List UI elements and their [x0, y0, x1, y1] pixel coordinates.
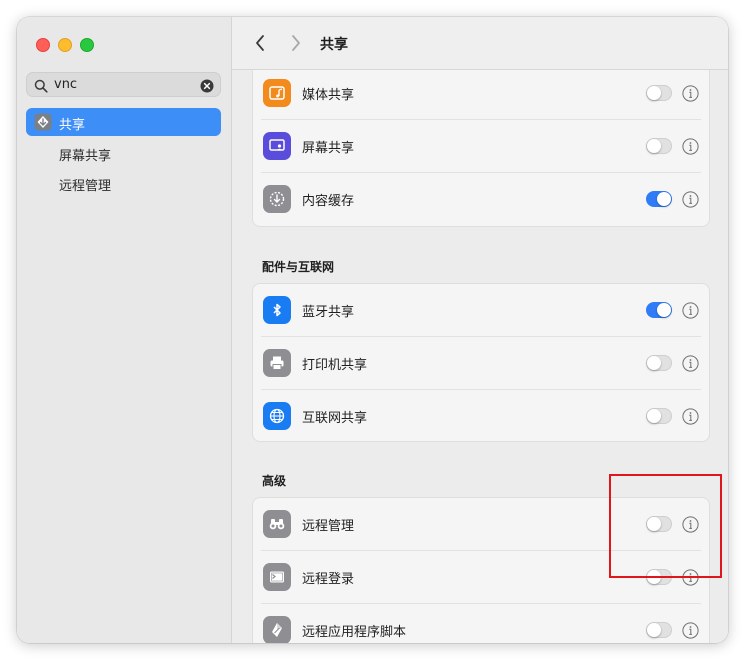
forward-button[interactable] [290, 34, 302, 56]
info-icon[interactable] [682, 302, 699, 319]
info-icon[interactable] [682, 408, 699, 425]
settings-group-advanced: 远程管理 远程登录 远程应用程序脚本 [252, 497, 710, 643]
setting-label: 远程应用程序脚本 [302, 625, 407, 640]
binoculars-icon [263, 510, 291, 538]
script-icon [263, 616, 291, 643]
bluetooth-icon [263, 296, 291, 324]
setting-label: 媒体共享 [302, 88, 355, 103]
zoom-window-button[interactable] [80, 38, 94, 52]
content-caching-toggle[interactable] [646, 191, 672, 207]
remote-apple-events-toggle[interactable] [646, 622, 672, 638]
section-title-accessories-internet: 配件与互联网 [262, 260, 335, 274]
setting-row-printer-sharing: 打印机共享 [253, 337, 709, 390]
setting-row-remote-apple-events: 远程应用程序脚本 [253, 604, 709, 643]
sharing-icon [34, 113, 52, 131]
internet-sharing-toggle[interactable] [646, 408, 672, 424]
setting-label: 内容缓存 [302, 194, 355, 209]
setting-label: 打印机共享 [302, 358, 368, 373]
setting-label: 远程管理 [302, 519, 355, 534]
setting-row-remote-login: 远程登录 [253, 551, 709, 604]
sidebar: vnc 共享 屏幕共享 远程管理 [17, 17, 232, 643]
settings-list[interactable]: 媒体共享 屏幕共享 内容缓存 配件与互联网 蓝牙共享 打印机共享 互联网共享 高… [232, 70, 728, 643]
setting-row-content-caching: 内容缓存 [253, 173, 709, 226]
setting-row-bluetooth-sharing: 蓝牙共享 [253, 284, 709, 337]
search-icon [34, 78, 48, 97]
remote-management-toggle[interactable] [646, 516, 672, 532]
toolbar: 共享 [232, 17, 728, 70]
sidebar-result-screen-sharing[interactable]: 屏幕共享 [59, 145, 111, 164]
setting-row-remote-management: 远程管理 [253, 498, 709, 551]
settings-group-accessories: 蓝牙共享 打印机共享 互联网共享 [252, 283, 710, 442]
sidebar-item-sharing[interactable]: 共享 [26, 108, 221, 136]
setting-label: 互联网共享 [302, 411, 368, 426]
minimize-window-button[interactable] [58, 38, 72, 52]
screen-sharing-icon [263, 132, 291, 160]
settings-window: vnc 共享 屏幕共享 远程管理 共享 媒体共享 屏幕共享 内容缓存 配件与互联… [17, 17, 728, 643]
setting-row-media-sharing: 媒体共享 [253, 70, 709, 120]
globe-icon [263, 402, 291, 430]
setting-row-screen-sharing: 屏幕共享 [253, 120, 709, 173]
search-field[interactable]: vnc [26, 72, 221, 97]
info-icon[interactable] [682, 191, 699, 208]
section-title-advanced: 高级 [262, 474, 287, 488]
setting-label: 蓝牙共享 [302, 305, 355, 320]
printer-sharing-toggle[interactable] [646, 355, 672, 371]
info-icon[interactable] [682, 85, 699, 102]
info-icon[interactable] [682, 516, 699, 533]
terminal-icon [263, 563, 291, 591]
window-controls [36, 38, 94, 52]
back-button[interactable] [254, 34, 266, 56]
sidebar-item-label: 共享 [59, 118, 86, 133]
screen-sharing-toggle[interactable] [646, 138, 672, 154]
info-icon[interactable] [682, 569, 699, 586]
close-window-button[interactable] [36, 38, 50, 52]
setting-row-internet-sharing: 互联网共享 [253, 390, 709, 443]
settings-group-sharing: 媒体共享 屏幕共享 内容缓存 [252, 70, 710, 227]
bluetooth-sharing-toggle[interactable] [646, 302, 672, 318]
setting-label: 屏幕共享 [302, 141, 355, 156]
media-sharing-icon [263, 79, 291, 107]
info-icon[interactable] [682, 355, 699, 372]
sidebar-result-remote-management[interactable]: 远程管理 [59, 175, 111, 194]
clear-search-icon[interactable] [200, 78, 214, 97]
remote-login-toggle[interactable] [646, 569, 672, 585]
main-pane: 共享 媒体共享 屏幕共享 内容缓存 配件与互联网 蓝牙共享 打印机共享 互联网共… [232, 17, 728, 643]
info-icon[interactable] [682, 138, 699, 155]
printer-icon [263, 349, 291, 377]
setting-label: 远程登录 [302, 572, 355, 587]
search-input[interactable]: vnc [54, 77, 77, 92]
info-icon[interactable] [682, 622, 699, 639]
page-title: 共享 [320, 37, 348, 53]
content-cache-icon [263, 185, 291, 213]
media-sharing-toggle[interactable] [646, 85, 672, 101]
